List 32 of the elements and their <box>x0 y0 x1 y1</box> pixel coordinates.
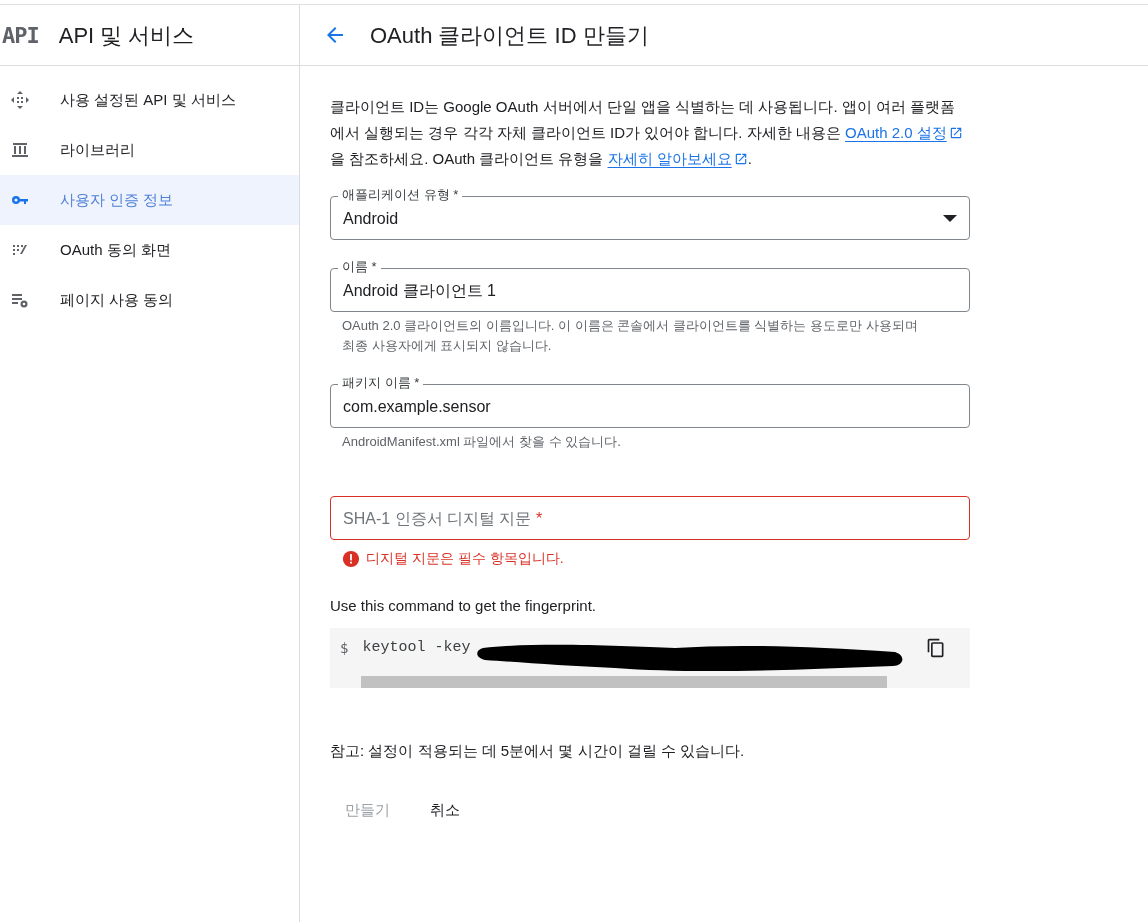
description-text: 클라이언트 ID는 Google OAuth 서버에서 단일 앱을 식별하는 데 사용됩니다. 앱이 여러 플랫폼에서 실행되는 경우 각각 자체 클라이언트 ID가 있어야 합니다. 자세한 내용은 OAuth 2.0 설정 을 참조하세요. OAuth 클라이언트 유형을 자세히 알아보세요 . <box>330 94 970 172</box>
error-message: 디지털 지문은 필수 항목입니다. <box>366 549 564 568</box>
helper-text: AndroidManifest.xml 파일에서 찾을 수 있습니다. <box>341 433 622 451</box>
diamond-icon <box>10 90 30 110</box>
external-link-icon <box>733 152 748 166</box>
sidebar-item[interactable]: 사용 설정된 API 및 서비스 <box>0 75 299 125</box>
field-label: 이름 * <box>338 259 381 275</box>
error-icon <box>342 549 360 568</box>
sidebar-title: API 및 서비스 <box>58 21 195 50</box>
copy-icon <box>926 637 946 658</box>
external-link-icon <box>948 126 963 140</box>
dropdown-caret-icon <box>943 215 957 223</box>
sidebar-item[interactable]: OAuth 동의 화면 <box>0 225 299 275</box>
scrollbar-thumb[interactable] <box>361 675 887 688</box>
help-link[interactable]: OAuth 2.0 설정 <box>845 124 963 141</box>
action-button[interactable]: 취소 <box>415 792 475 828</box>
sidebar-item[interactable]: 사용자 인증 정보 <box>0 175 299 225</box>
instruction-text: Use this command to get the fingerprint. <box>330 596 597 616</box>
note-text: 참고: 설정이 적용되는 데 5분에서 몇 시간이 걸릴 수 있습니다. <box>330 740 746 761</box>
field-label: 애플리케이션 유형 * <box>338 187 463 203</box>
sidebar-item[interactable]: 라이브러리 <box>0 125 299 175</box>
help-link[interactable]: 자세히 알아보세요 <box>607 150 748 167</box>
api-logo: API <box>2 21 39 50</box>
input-field[interactable]: SHA-1 인증서 디지털 지문 * <box>330 496 970 540</box>
shell-prompt: $ <box>340 639 349 658</box>
field-label: 패키지 이름 * <box>338 375 424 391</box>
library-icon <box>10 140 30 160</box>
page-title: OAuth 클라이언트 ID 만들기 <box>370 21 649 50</box>
command-text: keytool -key <box>362 638 471 659</box>
helper-text: OAuth 2.0 클라이언트의 이름입니다. 이 이름은 콘솔에서 클라이언트를 식별하는 용도로만 사용되며 최종 사용자에게 표시되지 않습니다. <box>341 317 919 355</box>
sidebar-item[interactable]: 페이지 사용 동의 <box>0 275 299 325</box>
copy-button[interactable] <box>926 637 946 658</box>
